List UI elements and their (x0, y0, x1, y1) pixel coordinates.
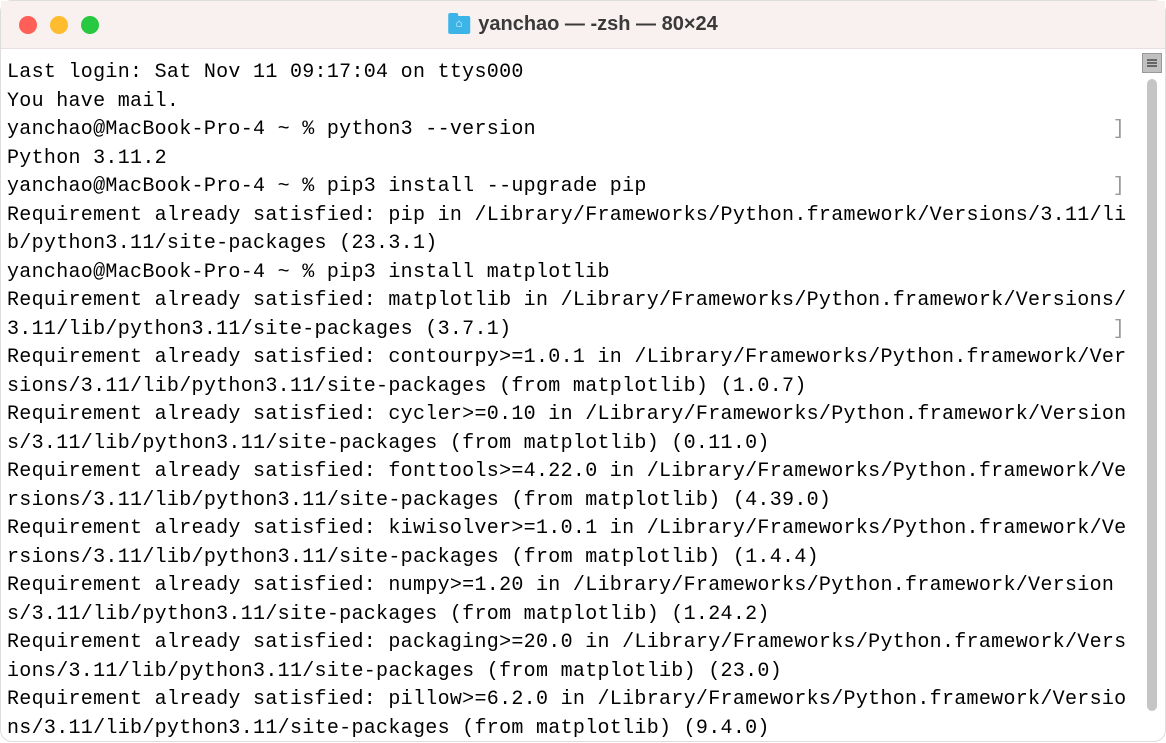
close-button[interactable] (19, 16, 37, 34)
scroll-menu-icon[interactable] (1142, 53, 1162, 73)
terminal-line: Requirement already satisfied: pillow>=6… (7, 686, 1133, 743)
prompt-bracket-icon: ] (1113, 173, 1125, 202)
terminal-line: Python 3.11.2 (7, 145, 1133, 174)
maximize-button[interactable] (81, 16, 99, 34)
prompt-bracket-icon: ] (1113, 116, 1125, 145)
scroll-thumb[interactable] (1147, 79, 1157, 711)
window-title: yanchao — -zsh — 80×24 (478, 13, 718, 36)
terminal-line: yanchao@MacBook-Pro-4 ~ % python3 --vers… (7, 116, 1133, 145)
terminal-line: yanchao@MacBook-Pro-4 ~ % pip3 install m… (7, 259, 1133, 288)
terminal-line: Requirement already satisfied: numpy>=1.… (7, 572, 1133, 629)
title-wrap: yanchao — -zsh — 80×24 (448, 13, 718, 36)
terminal-line: You have mail. (7, 88, 1133, 117)
scrollbar-area (1139, 49, 1165, 741)
terminal-line: Last login: Sat Nov 11 09:17:04 on ttys0… (7, 59, 1133, 88)
terminal-line: Requirement already satisfied: cycler>=0… (7, 401, 1133, 458)
terminal-line: Requirement already satisfied: contourpy… (7, 344, 1133, 401)
terminal-line: yanchao@MacBook-Pro-4 ~ % pip3 install -… (7, 173, 1133, 202)
minimize-button[interactable] (50, 16, 68, 34)
titlebar: yanchao — -zsh — 80×24 (1, 1, 1165, 49)
terminal-line: Requirement already satisfied: pip in /L… (7, 202, 1133, 259)
terminal-line: Requirement already satisfied: packaging… (7, 629, 1133, 686)
traffic-lights (19, 16, 99, 34)
prompt-bracket-icon: ] (1113, 316, 1125, 345)
terminal-line: Requirement already satisfied: fonttools… (7, 458, 1133, 515)
terminal-container: Last login: Sat Nov 11 09:17:04 on ttys0… (1, 49, 1165, 741)
terminal-line: Requirement already satisfied: kiwisolve… (7, 515, 1133, 572)
terminal-body[interactable]: Last login: Sat Nov 11 09:17:04 on ttys0… (1, 49, 1139, 741)
terminal-line: Requirement already satisfied: matplotli… (7, 287, 1133, 344)
folder-icon (448, 16, 470, 34)
